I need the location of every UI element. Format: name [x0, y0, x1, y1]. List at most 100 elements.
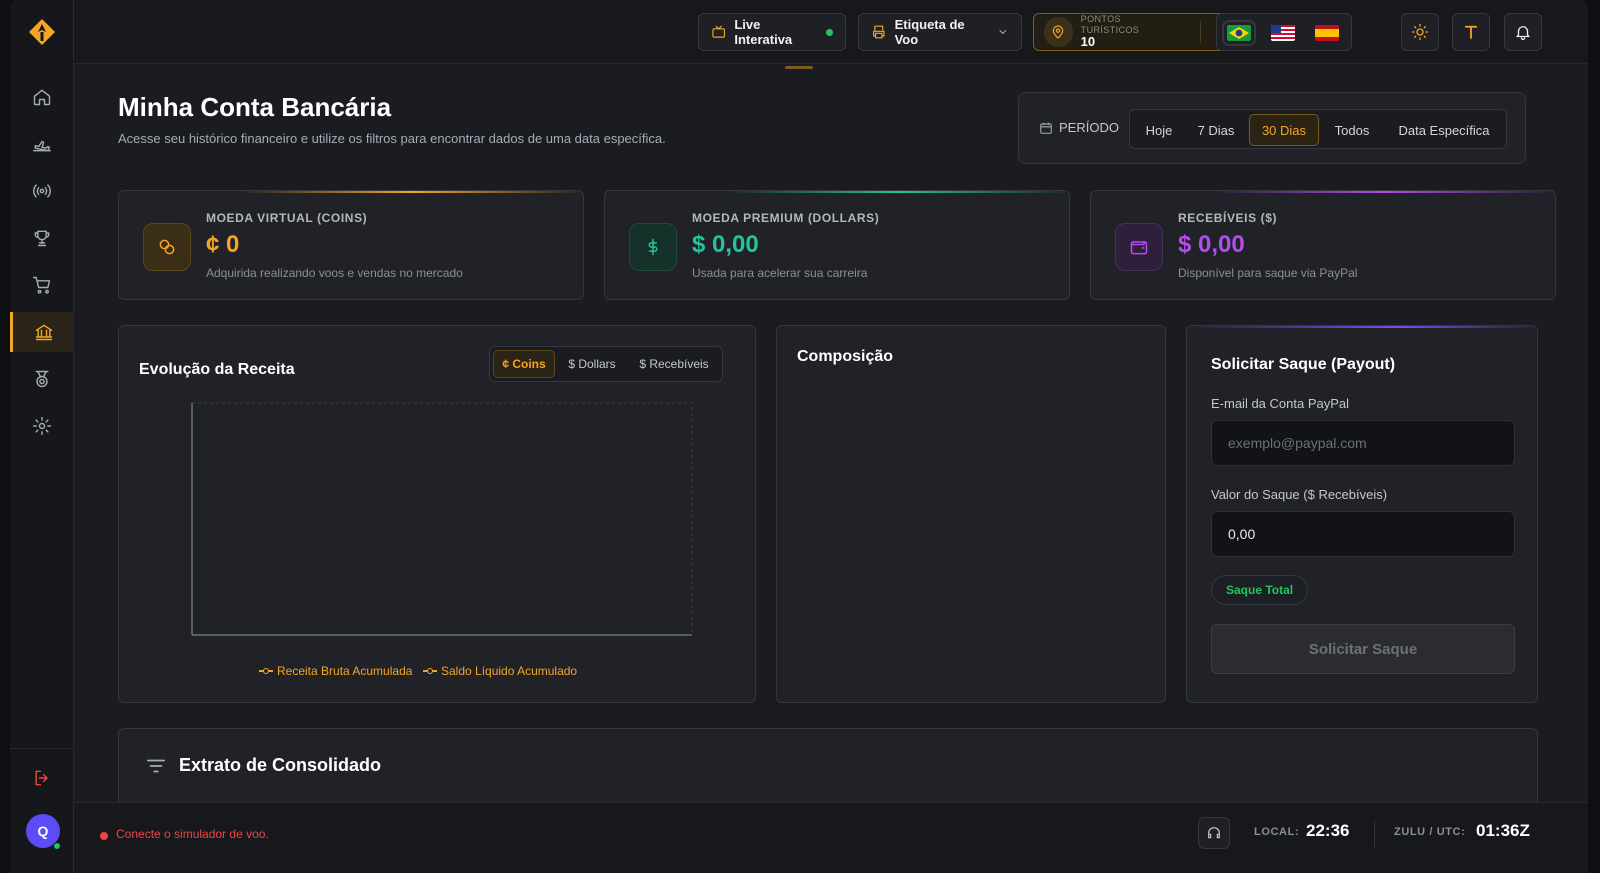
payout-panel: Solicitar Saque (Payout) E-mail da Conta… [1186, 325, 1538, 703]
flag-spain-icon[interactable] [1315, 25, 1339, 41]
currency-tabs: ¢ Coins $ Dollars $ Recebíveis [489, 346, 723, 382]
paypal-email-input[interactable] [1211, 420, 1515, 466]
topbar: Live Interativa Etiqueta de Voo PONTOS T… [74, 0, 1588, 64]
flight-tag-dropdown[interactable]: Etiqueta de Voo [858, 13, 1022, 51]
zulu-time-label: ZULU / UTC: [1394, 826, 1466, 838]
app-logo[interactable] [24, 14, 60, 50]
statement-panel: Extrato de Consolidado [118, 728, 1538, 802]
live-status-dot [826, 28, 833, 36]
legend-gross-revenue: Receita Bruta Acumulada [259, 664, 412, 678]
coins-icon [143, 223, 191, 271]
composition-panel: Composição [776, 325, 1166, 703]
stat-value: $ 0,00 [1178, 231, 1245, 258]
sidebar-item-settings[interactable] [10, 406, 74, 446]
bell-icon [1516, 26, 1530, 41]
payout-amount-input[interactable] [1211, 511, 1515, 557]
sidebar-item-flights[interactable] [10, 124, 74, 164]
simulator-status-dot [100, 832, 108, 840]
stat-label: MOEDA VIRTUAL (COINS) [206, 211, 368, 225]
home-icon [33, 89, 51, 106]
zulu-time-value: 01:36Z [1476, 821, 1530, 840]
payout-title: Solicitar Saque (Payout) [1211, 356, 1396, 373]
period-filter: PERÍODO Hoje 7 Dias 30 Dias Todos Data E… [1018, 92, 1526, 164]
page-subtitle: Acesse seu histórico financeiro e utiliz… [118, 131, 666, 146]
legend-line-marker [259, 667, 273, 675]
revenue-title: Evolução da Receita [139, 361, 295, 378]
flag-usa-icon[interactable] [1271, 25, 1295, 41]
tab-dollars[interactable]: $ Dollars [557, 350, 627, 378]
flag-brazil-icon[interactable] [1222, 20, 1256, 46]
sidebar-item-ranking[interactable] [10, 218, 74, 258]
logo-icon [29, 19, 55, 45]
stat-value: $ 0,00 [692, 231, 759, 258]
medal-icon [35, 370, 49, 388]
sidebar-item-achievements[interactable] [10, 359, 74, 399]
sidebar-item-home[interactable] [10, 77, 74, 117]
period-option-today[interactable]: Hoje [1134, 114, 1184, 146]
full-payout-button[interactable]: Saque Total [1211, 575, 1309, 605]
request-payout-button[interactable]: Solicitar Saque [1211, 624, 1515, 674]
logout-button[interactable] [10, 758, 74, 798]
flight-tag-label: Etiqueta de Voo [894, 17, 965, 47]
paypal-email-label: E-mail da Conta PayPal [1211, 396, 1350, 411]
app-window: Q Live Interativa Etiqueta de Voo PONTOS… [10, 0, 1588, 873]
period-option-all[interactable]: Todos [1322, 114, 1382, 146]
tab-coins[interactable]: ¢ Coins [493, 350, 555, 378]
stat-description: Usada para acelerar sua carreira [692, 266, 868, 280]
period-label: PERÍODO [1059, 120, 1119, 135]
notifications-button[interactable] [1504, 13, 1542, 51]
period-option-specific-date[interactable]: Data Específica [1385, 114, 1503, 146]
stat-card-coins: MOEDA VIRTUAL (COINS) ¢ 0 Adquirida real… [118, 190, 584, 300]
revenue-chart-panel: Evolução da Receita ¢ Coins $ Dollars $ … [118, 325, 756, 703]
tab-receivables[interactable]: $ Recebíveis [629, 350, 719, 378]
live-interactive-button[interactable]: Live Interativa [698, 13, 846, 51]
dollar-icon [629, 223, 677, 271]
plane-icon [32, 140, 52, 152]
wallet-icon [1115, 223, 1163, 271]
theme-toggle-button[interactable] [1401, 13, 1439, 51]
gear-icon [32, 416, 52, 436]
legend-label: Receita Bruta Acumulada [277, 664, 413, 678]
avatar-initial: Q [37, 823, 49, 839]
broadcast-icon [33, 184, 51, 198]
legend-label: Saldo Líquido Acumulado [441, 664, 578, 678]
local-time-value: 22:36 [1306, 821, 1350, 840]
stat-label: RECEBÍVEIS ($) [1178, 211, 1278, 225]
legend-line-marker [423, 667, 437, 675]
page-title: Minha Conta Bancária [118, 92, 392, 122]
period-option-30d[interactable]: 30 Dias [1249, 114, 1319, 146]
printer-icon [873, 25, 885, 39]
points-value: 10 [1080, 33, 1096, 49]
bank-icon [35, 324, 52, 341]
trophy-icon [34, 230, 50, 247]
live-label: Live Interativa [734, 17, 793, 47]
points-label: PONTOS TURÍSTICOS [1080, 14, 1140, 35]
tourist-points-widget[interactable]: PONTOS TURÍSTICOS 10 [1033, 13, 1241, 51]
stat-value: ¢ 0 [206, 231, 240, 258]
font-size-button[interactable] [1452, 13, 1490, 51]
tv-icon [712, 25, 726, 38]
plot-grid-frame [191, 402, 693, 636]
card-accent-line [1187, 326, 1537, 328]
sidebar-item-live[interactable] [10, 171, 74, 211]
sidebar-item-bank[interactable] [10, 312, 74, 352]
stat-card-receivables: RECEBÍVEIS ($) $ 0,00 Disponível para sa… [1090, 190, 1556, 300]
card-accent-line [239, 191, 583, 193]
map-pin-icon [1044, 17, 1073, 47]
stat-label: MOEDA PREMIUM (DOLLARS) [692, 211, 880, 225]
revenue-chart-plot [191, 402, 693, 636]
stat-card-dollars: MOEDA PREMIUM (DOLLARS) $ 0,00 Usada par… [604, 190, 1070, 300]
main-content: Minha Conta Bancária Acesse seu históric… [74, 64, 1564, 802]
statement-title: Extrato de Consolidado [179, 755, 382, 775]
cart-icon [32, 276, 51, 294]
status-bar: Conecte o simulador de voo. LOCAL: 22:36… [74, 802, 1588, 873]
period-options: Hoje 7 Dias 30 Dias Todos Data Específic… [1129, 109, 1507, 149]
support-button[interactable] [1198, 817, 1230, 849]
simulator-status-message: Conecte o simulador de voo. [116, 827, 269, 841]
sidebar-item-market[interactable] [10, 265, 74, 305]
period-option-7d[interactable]: 7 Dias [1186, 114, 1246, 146]
sun-icon [1411, 23, 1429, 41]
sidebar-divider [10, 748, 74, 749]
logout-icon [35, 770, 48, 786]
card-accent-line [725, 191, 1069, 193]
